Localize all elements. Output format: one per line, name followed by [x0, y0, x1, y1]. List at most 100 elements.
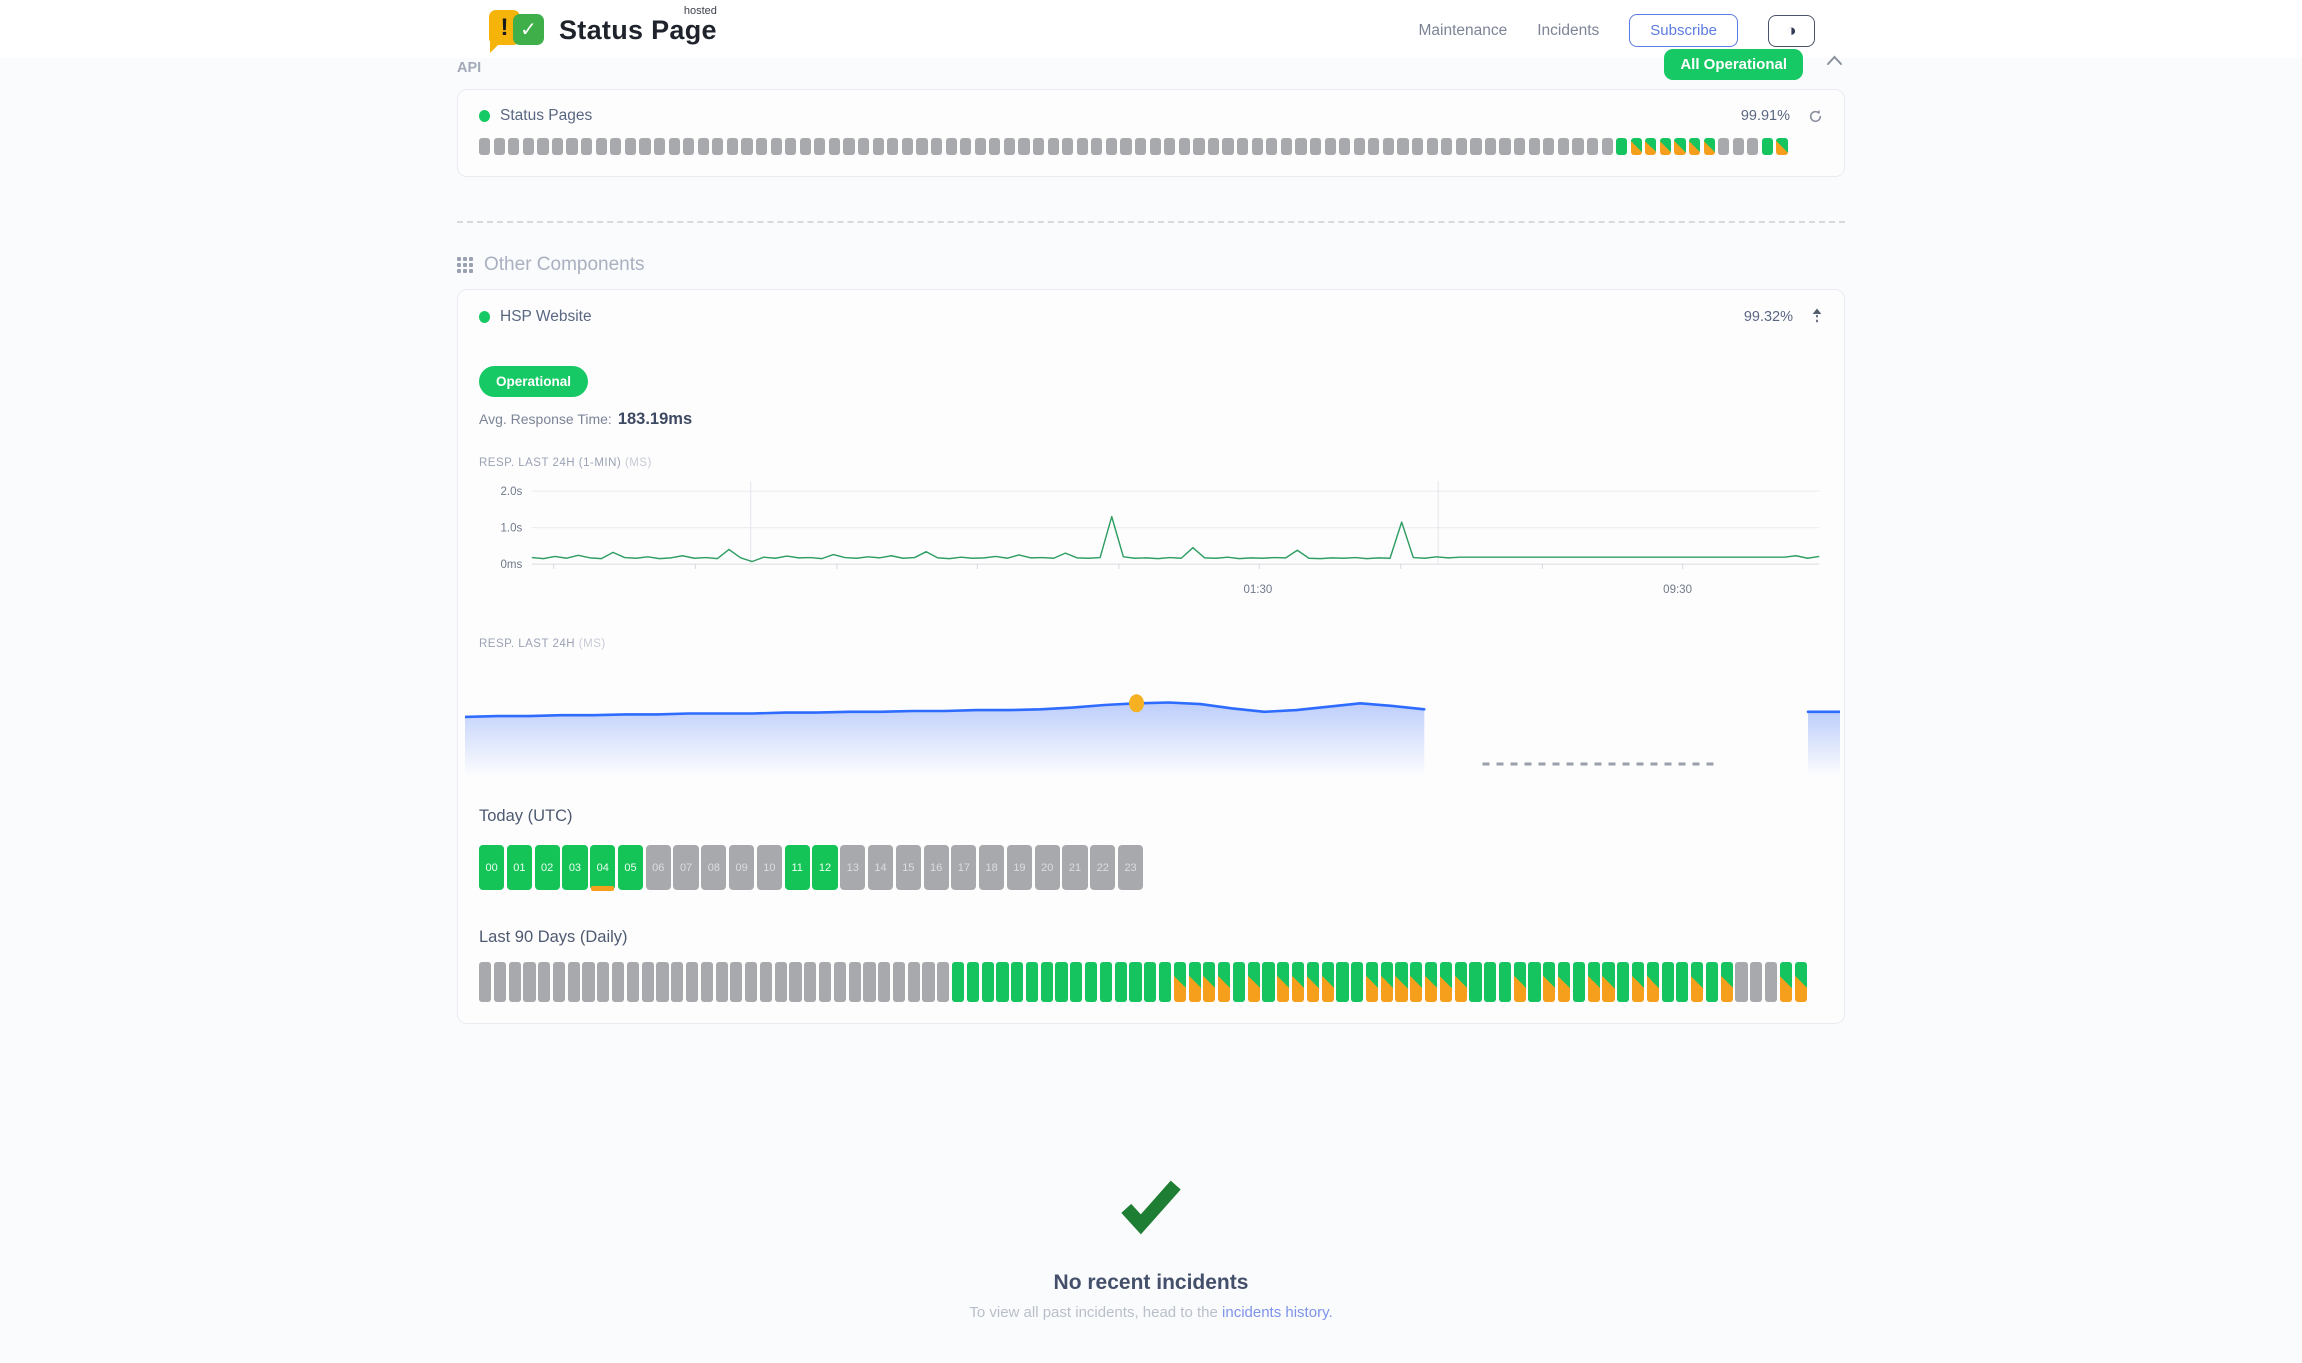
uptime-bar[interactable] — [741, 138, 752, 155]
uptime-bar[interactable] — [1780, 962, 1792, 1002]
uptime-bar[interactable] — [800, 138, 811, 155]
uptime-bar[interactable] — [537, 138, 548, 155]
hour-block-07[interactable]: 07 — [673, 845, 698, 890]
uptime-bar[interactable] — [789, 962, 801, 1002]
uptime-bar[interactable] — [1706, 962, 1718, 1002]
uptime-bar[interactable] — [1776, 138, 1787, 155]
uptime-bar[interactable] — [1266, 138, 1277, 155]
uptime-bar[interactable] — [1602, 962, 1614, 1002]
theme-toggle-button[interactable]: ◑ — [1768, 15, 1815, 47]
hour-block-23[interactable]: 23 — [1118, 845, 1143, 890]
uptime-bar[interactable] — [656, 962, 668, 1002]
uptime-bar[interactable] — [581, 138, 592, 155]
uptime-bar[interactable] — [996, 962, 1008, 1002]
uptime-bar[interactable] — [727, 138, 738, 155]
uptime-bar[interactable] — [642, 962, 654, 1002]
uptime-bar[interactable] — [610, 138, 621, 155]
uptime-bar[interactable] — [625, 138, 636, 155]
uptime-bar[interactable] — [887, 138, 898, 155]
uptime-bar[interactable] — [1572, 138, 1583, 155]
hour-block-15[interactable]: 15 — [896, 845, 921, 890]
uptime-bar[interactable] — [654, 138, 665, 155]
uptime-bar[interactable] — [1100, 962, 1112, 1002]
uptime-bar[interactable] — [785, 138, 796, 155]
uptime-bar[interactable] — [1456, 138, 1467, 155]
uptime-bar[interactable] — [1325, 138, 1336, 155]
uptime-bar[interactable] — [1427, 138, 1438, 155]
uptime-bar[interactable] — [1336, 962, 1348, 1002]
uptime-bar[interactable] — [716, 962, 728, 1002]
hour-block-02[interactable]: 02 — [535, 845, 560, 890]
uptime-bar[interactable] — [639, 138, 650, 155]
uptime-bar[interactable] — [760, 962, 772, 1002]
uptime-bar[interactable] — [1368, 138, 1379, 155]
hour-block-17[interactable]: 17 — [951, 845, 976, 890]
uptime-bar[interactable] — [1762, 138, 1773, 155]
hour-block-09[interactable]: 09 — [729, 845, 754, 890]
uptime-bar[interactable] — [1395, 962, 1407, 1002]
uptime-bar[interactable] — [1514, 138, 1525, 155]
uptime-bar[interactable] — [843, 138, 854, 155]
hour-block-19[interactable]: 19 — [1007, 845, 1032, 890]
uptime-bar[interactable] — [756, 138, 767, 155]
uptime-bar[interactable] — [1440, 962, 1452, 1002]
uptime-bar[interactable] — [745, 962, 757, 1002]
uptime-bar[interactable] — [1179, 138, 1190, 155]
uptime-bar[interactable] — [1765, 962, 1777, 1002]
hour-block-18[interactable]: 18 — [979, 845, 1004, 890]
hour-block-00[interactable]: 00 — [479, 845, 504, 890]
uptime-bar[interactable] — [1252, 138, 1263, 155]
uptime-bar[interactable] — [1383, 138, 1394, 155]
uptime-bar[interactable] — [1033, 138, 1044, 155]
uptime-bar[interactable] — [712, 138, 723, 155]
uptime-bar[interactable] — [1660, 138, 1671, 155]
uptime-bar[interactable] — [1248, 962, 1260, 1002]
uptime-bar[interactable] — [479, 962, 491, 1002]
uptime-bar[interactable] — [1164, 138, 1175, 155]
uptime-bar[interactable] — [597, 962, 609, 1002]
uptime-bar[interactable] — [1366, 962, 1378, 1002]
uptime-bar[interactable] — [946, 138, 957, 155]
uptime-bar[interactable] — [1351, 962, 1363, 1002]
uptime-bar[interactable] — [1189, 962, 1201, 1002]
uptime-bar[interactable] — [937, 962, 949, 1002]
uptime-bar[interactable] — [1129, 962, 1141, 1002]
uptime-bar[interactable] — [1026, 962, 1038, 1002]
uptime-bar[interactable] — [1543, 138, 1554, 155]
uptime-bar[interactable] — [834, 962, 846, 1002]
uptime-bar[interactable] — [1004, 138, 1015, 155]
uptime-bar[interactable] — [960, 138, 971, 155]
hour-block-13[interactable]: 13 — [840, 845, 865, 890]
uptime-bar[interactable] — [1647, 962, 1659, 1002]
uptime-bar[interactable] — [849, 962, 861, 1002]
uptime-bar[interactable] — [1733, 138, 1744, 155]
uptime-bar[interactable] — [1310, 138, 1321, 155]
uptime-bar[interactable] — [902, 138, 913, 155]
uptime-bar[interactable] — [1174, 962, 1186, 1002]
uptime-bar[interactable] — [1469, 962, 1481, 1002]
uptime-bar[interactable] — [568, 962, 580, 1002]
uptime-bar[interactable] — [1747, 138, 1758, 155]
uptime-bar[interactable] — [975, 138, 986, 155]
uptime-bar[interactable] — [1135, 138, 1146, 155]
collapse-component-button[interactable] — [1811, 307, 1823, 326]
uptime-bar[interactable] — [1018, 138, 1029, 155]
uptime-bar[interactable] — [967, 962, 979, 1002]
uptime-bar[interactable] — [1085, 962, 1097, 1002]
uptime-bar[interactable] — [1077, 138, 1088, 155]
uptime-bar[interactable] — [1262, 962, 1274, 1002]
uptime-bar[interactable] — [1499, 962, 1511, 1002]
uptime-bar[interactable] — [1115, 962, 1127, 1002]
uptime-bar[interactable] — [508, 138, 519, 155]
hour-block-11[interactable]: 11 — [785, 845, 810, 890]
uptime-bar[interactable] — [1499, 138, 1510, 155]
uptime-bar[interactable] — [1718, 138, 1729, 155]
uptime-bar[interactable] — [1410, 962, 1422, 1002]
hour-block-22[interactable]: 22 — [1090, 845, 1115, 890]
uptime-bar[interactable] — [1150, 138, 1161, 155]
subscribe-button[interactable]: Subscribe — [1629, 14, 1738, 47]
uptime-bar[interactable] — [1616, 138, 1627, 155]
uptime-bar[interactable] — [908, 962, 920, 1002]
uptime-bar[interactable] — [922, 962, 934, 1002]
uptime-bar[interactable] — [1041, 962, 1053, 1002]
